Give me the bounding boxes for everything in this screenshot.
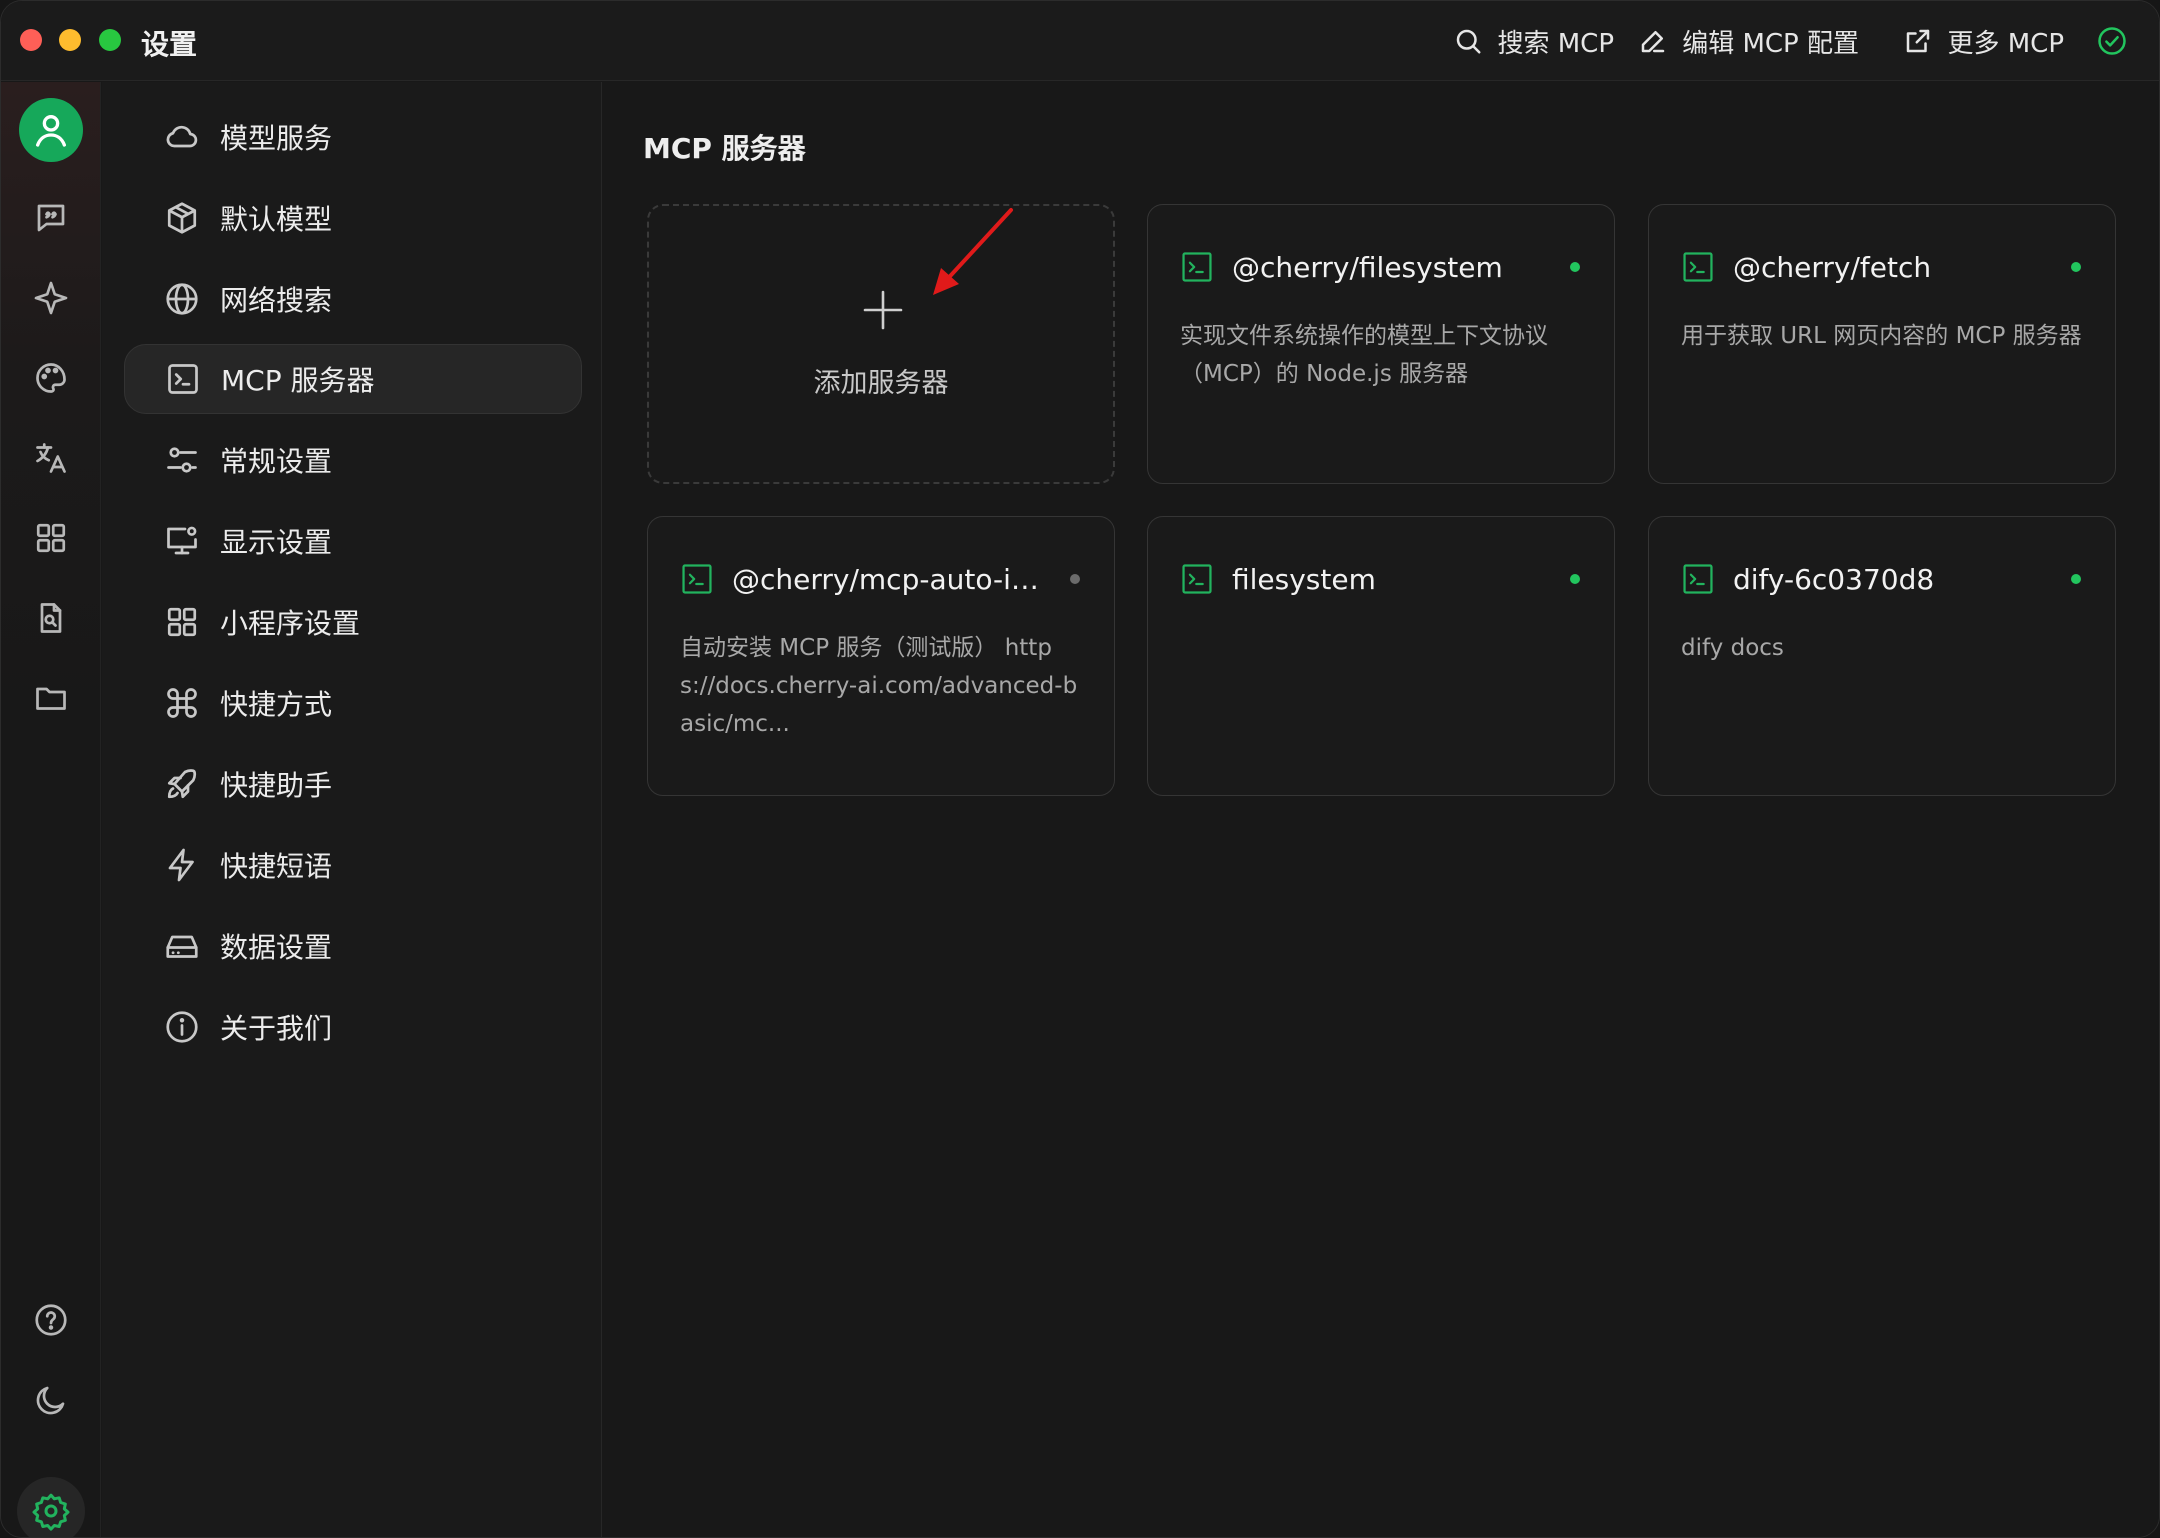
lightning-icon [168, 848, 194, 882]
gear-icon [32, 1493, 70, 1531]
sliders-icon [167, 447, 197, 473]
server-name: @cherry/filesystem [1232, 250, 1503, 284]
close-window-button[interactable] [20, 29, 42, 51]
menu-item-label: 小程序设置 [220, 607, 361, 640]
server-card[interactable]: @cherry/mcp-auto-in... 自动安装 MCP 服务（测试版） … [647, 516, 1115, 796]
status-dot [2071, 262, 2081, 272]
menu-item-mcp-servers[interactable]: MCP 服务器 [124, 344, 582, 414]
server-description: 实现文件系统操作的模型上下文协议（MCP）的 Node.js 服务器 [1180, 323, 1548, 387]
document-search-icon[interactable] [29, 596, 73, 640]
menu-item-display-settings[interactable]: 显示设置 [124, 506, 582, 576]
menu-item-label: 网络搜索 [220, 284, 333, 317]
status-dot [1570, 574, 1580, 584]
settings-window: 设置 搜索 MCP 编辑 MCP 配置 更多 MCP 模型服务 默认模型 网络搜… [0, 0, 2160, 1538]
settings-menu: 模型服务 默认模型 网络搜索 MCP 服务器 常规设置 显示设置 小程序设置 快… [102, 82, 602, 1537]
plus-icon [863, 290, 903, 330]
apps-icon[interactable] [29, 516, 73, 560]
status-dot [2071, 574, 2081, 584]
chat-icon[interactable] [29, 196, 73, 240]
grid-icon [167, 607, 197, 637]
palette-icon[interactable] [29, 356, 73, 400]
check-circle-icon[interactable] [2097, 26, 2127, 56]
folder-icon[interactable] [29, 676, 73, 720]
menu-item-label: 显示设置 [220, 526, 333, 559]
maximize-window-button[interactable] [99, 29, 121, 51]
external-link-icon [1907, 29, 1930, 53]
translate-icon[interactable] [29, 436, 73, 480]
command-icon [167, 688, 197, 718]
rocket-icon [167, 769, 197, 799]
edit-mcp-config-button[interactable]: 编辑 MCP 配置 [1638, 19, 1859, 63]
user-icon [36, 115, 67, 147]
menu-item-label: 常规设置 [220, 445, 333, 478]
menu-item-label: 关于我们 [220, 1012, 333, 1045]
annotation-arrow-icon [933, 208, 1013, 295]
menu-item-general-settings[interactable]: 常规设置 [124, 425, 582, 495]
server-card[interactable]: dify-6c0370d8 dify docs [1648, 516, 2116, 796]
server-name: @cherry/mcp-auto-in... [732, 562, 1052, 596]
server-name: dify-6c0370d8 [1733, 562, 1935, 596]
add-server-card[interactable]: 添加服务器 [647, 204, 1115, 484]
server-name: filesystem [1232, 562, 1376, 596]
help-icon[interactable] [29, 1298, 73, 1342]
menu-item-label: 快捷方式 [220, 688, 333, 721]
terminal-icon [1182, 564, 1212, 594]
page-title: MCP 服务器 [643, 132, 806, 165]
server-description: 自动安装 MCP 服务（测试版） https://docs.cherry-ai.… [680, 635, 1078, 737]
status-dot [1070, 574, 1080, 584]
moon-icon[interactable] [29, 1378, 73, 1422]
menu-item-shortcuts[interactable]: 快捷方式 [124, 668, 582, 738]
globe-icon [166, 283, 198, 315]
server-name: @cherry/fetch [1733, 250, 1932, 284]
menu-item-quick-assistant[interactable]: 快捷助手 [124, 749, 582, 819]
terminal-icon [1683, 252, 1713, 282]
server-description: 用于获取 URL 网页内容的 MCP 服务器 [1681, 323, 2082, 349]
main-panel: MCP 服务器 添加服务器 @cherry/filesystem 实现文件系统操… [603, 82, 2159, 1537]
menu-item-label: 模型服务 [220, 122, 333, 155]
status-dot [1570, 262, 1580, 272]
menu-item-label: 数据设置 [220, 931, 333, 964]
server-card[interactable]: @cherry/filesystem 实现文件系统操作的模型上下文协议（MCP）… [1147, 204, 1615, 484]
server-card[interactable]: @cherry/fetch 用于获取 URL 网页内容的 MCP 服务器 [1648, 204, 2116, 484]
menu-item-data-settings[interactable]: 数据设置 [124, 911, 582, 981]
server-card[interactable]: filesystem [1147, 516, 1615, 796]
menu-item-label: 快捷短语 [220, 850, 333, 883]
terminal-icon [1683, 564, 1713, 594]
menu-item-quick-phrases[interactable]: 快捷短语 [124, 830, 582, 900]
menu-item-default-model[interactable]: 默认模型 [124, 183, 582, 253]
more-mcp-label: 更多 MCP [1947, 28, 2064, 59]
menu-item-label: MCP 服务器 [221, 364, 375, 397]
settings-button[interactable] [17, 1477, 85, 1537]
avatar[interactable] [19, 98, 83, 162]
hard-drive-icon [166, 935, 198, 958]
more-mcp-button[interactable]: 更多 MCP [1903, 19, 2064, 63]
menu-item-web-search[interactable]: 网络搜索 [124, 264, 582, 334]
pencil-icon [1641, 31, 1665, 53]
title-bar: 设置 搜索 MCP 编辑 MCP 配置 更多 MCP [1, 1, 2159, 81]
server-description: dify docs [1681, 635, 1784, 661]
cube-icon [167, 202, 197, 234]
terminal-icon [682, 564, 712, 594]
info-icon [166, 1011, 198, 1043]
monitor-settings-icon [167, 526, 197, 555]
menu-item-model-service[interactable]: 模型服务 [124, 102, 582, 172]
terminal-icon [168, 364, 198, 394]
cloud-icon [166, 125, 198, 148]
menu-item-label: 快捷助手 [220, 769, 333, 802]
minimize-window-button[interactable] [59, 29, 81, 51]
search-mcp-label: 搜索 MCP [1497, 28, 1614, 59]
add-server-label: 添加服务器 [813, 368, 949, 399]
menu-item-label: 默认模型 [220, 203, 333, 236]
menu-item-miniapp-settings[interactable]: 小程序设置 [124, 587, 582, 657]
terminal-icon [1182, 252, 1212, 282]
nav-rail [1, 82, 101, 1537]
edit-mcp-config-label: 编辑 MCP 配置 [1682, 28, 1859, 59]
window-title: 设置 [141, 28, 198, 61]
search-icon [1457, 29, 1481, 54]
search-mcp-button[interactable]: 搜索 MCP [1453, 19, 1614, 63]
menu-item-about-us[interactable]: 关于我们 [124, 992, 582, 1062]
sparkle-icon[interactable] [29, 276, 73, 320]
